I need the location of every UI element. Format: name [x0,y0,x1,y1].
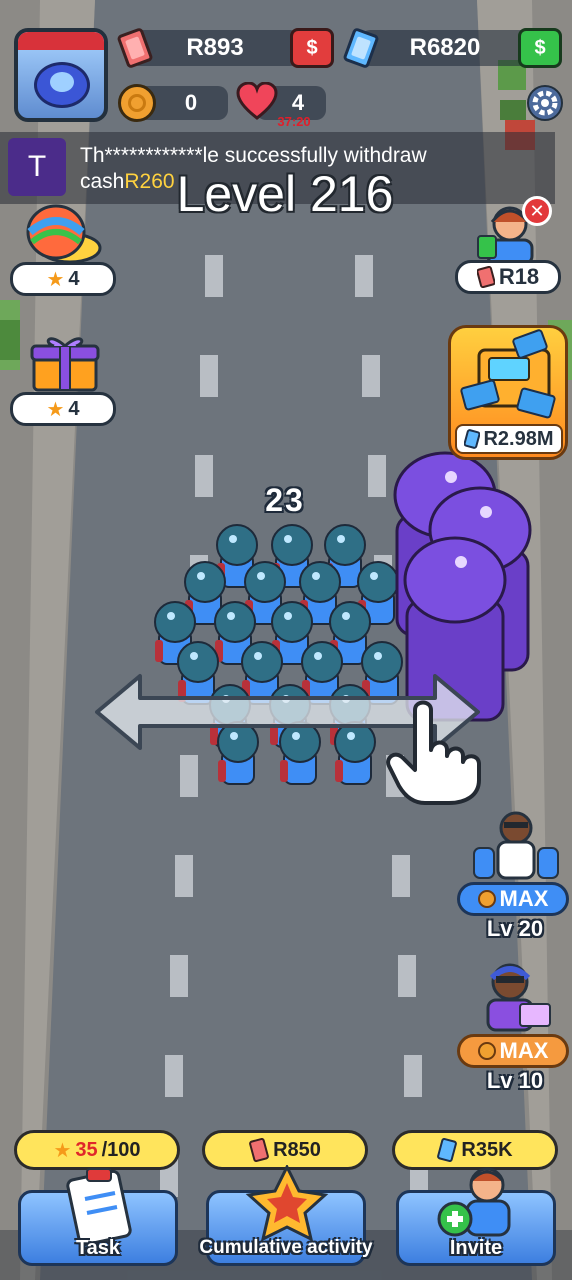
lives-value: 4 [291,90,305,115]
activity-reward-pill: R850 [202,1130,368,1170]
upgrade-1-level: Lv 20 [486,916,544,941]
game-scene[interactable]: 23 R893 $ R6820 $ 0 4 37:20 T Th********… [0,0,572,1280]
coin-icon [477,890,496,908]
blue-cash-bar: R6820 [360,30,530,66]
red-cash-value: R893 [186,34,244,61]
left-item-2-value: 4 [68,397,80,420]
cumulative-activity-button[interactable]: Cumulative activity [199,1165,373,1266]
level-title: Level 216 [176,166,394,222]
task-label: Task [75,1237,121,1259]
invite-reward-value: R35K [461,1138,513,1161]
star-icon: ★ [46,398,65,421]
task-button[interactable]: Task [18,1168,178,1266]
red-banknote-icon [476,266,495,288]
coin-value: 0 [184,90,198,115]
star-icon: ★ [53,1139,72,1162]
left-item-1-value: 4 [68,267,80,290]
atm-value: R2.98M [483,427,554,450]
atm-value-pill: R2.98M [455,424,563,454]
lives-timer: 37:20 [277,114,311,129]
activity-label: Cumulative activity [199,1237,373,1258]
left-item-2-count: ★ 4 [10,392,116,426]
notice-avatar: T [8,138,66,196]
task-progress-pill: ★ 35/100 [14,1130,180,1170]
settings-gear-icon[interactable] [526,84,564,122]
red-banknote-icon [117,28,153,68]
blue-banknote-icon [464,429,481,449]
right-reward-pill[interactable]: R18 [455,260,561,294]
upgrade-2-label: MAX [499,1038,549,1063]
green-cash-button[interactable]: $ [518,28,562,68]
star-icon: ★ [46,268,65,291]
notice-prefix: cash [80,170,125,193]
upgrade-1-button[interactable]: MAX [457,882,569,916]
coin-icon [118,84,156,122]
player-avatar-icon[interactable] [14,28,108,122]
atm-machine-icon [460,329,556,419]
gift-box-icon[interactable] [30,332,100,394]
task-progress-total: /100 [101,1138,141,1161]
upgrade-1-character-icon[interactable] [466,808,566,886]
red-cash-bar: R893 [130,30,300,66]
blue-banknote-icon [437,1138,458,1162]
blue-banknote-icon [343,28,379,68]
spinning-top-icon[interactable] [20,200,108,268]
crowd-count: 23 [265,482,305,518]
hand-pointer-icon [386,700,481,805]
invite-person-icon [437,1167,511,1237]
red-banknote-icon [249,1138,269,1162]
activity-reward-value: R850 [273,1138,321,1161]
invite-button[interactable]: Invite [396,1167,556,1266]
red-cash-button[interactable]: $ [290,28,334,68]
upgrade-1-label: MAX [499,886,549,911]
blue-cash-value: R6820 [409,34,481,61]
task-progress-current: 35 [75,1138,98,1161]
star-badge-icon [245,1165,329,1242]
upgrade-2-character-icon[interactable] [474,958,554,1036]
coin-icon [477,1042,496,1060]
upgrade-2-level: Lv 10 [486,1068,544,1093]
left-item-1-count: ★ 4 [10,262,116,296]
invite-label: Invite [449,1237,503,1259]
atm-reward-card[interactable]: R2.98M [448,325,568,460]
upgrade-2-button[interactable]: MAX [457,1034,569,1068]
close-x-icon[interactable]: ✕ [522,196,552,226]
right-reward-value: R18 [498,264,540,289]
